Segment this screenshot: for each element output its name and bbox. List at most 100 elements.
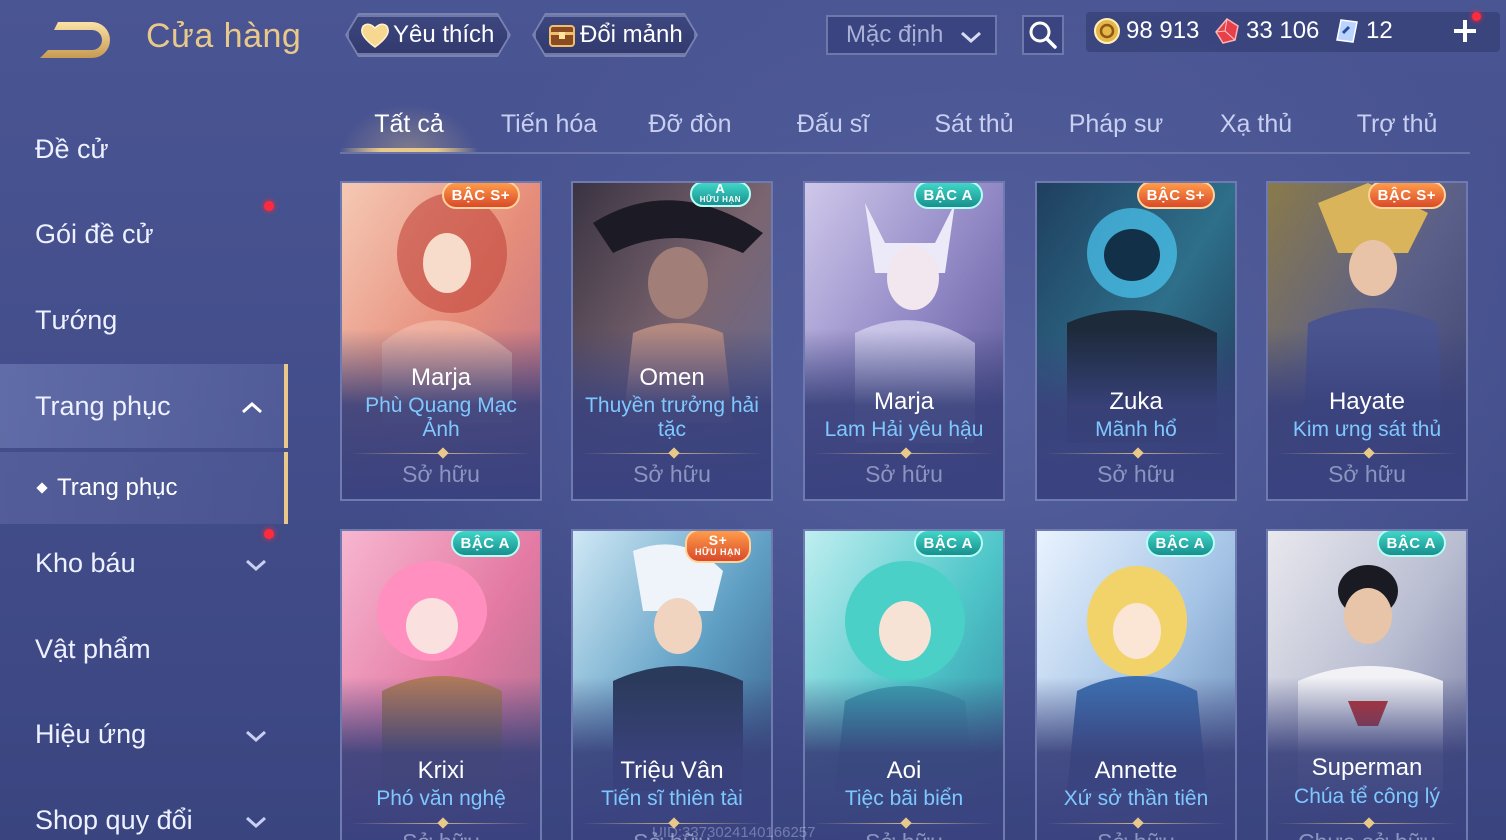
voucher-balance: 12: [1332, 16, 1393, 46]
ownership-status: Sở hữu: [805, 829, 1003, 840]
sidebar-item-items[interactable]: Vật phẩm: [0, 607, 288, 691]
ownership-status: Sở hữu: [342, 829, 540, 840]
tab-assassin[interactable]: Sát thủ: [916, 110, 1032, 154]
sidebar-item-label: Hiệu ứng: [35, 718, 147, 749]
tab-label: Tiến hóa: [500, 110, 598, 138]
sidebar-subitem-label: Trang phục: [57, 474, 178, 501]
skin-name: Chúa tể công lý: [1294, 785, 1440, 808]
ownership-status: Sở hữu: [633, 461, 711, 487]
ownership-status: Chưa sở hữu: [1268, 829, 1466, 840]
sidebar-item-skins[interactable]: Trang phục: [0, 364, 288, 448]
skin-name: Lam Hải yêu hậu: [824, 418, 984, 441]
sidebar-subitem-skins[interactable]: Trang phục: [0, 452, 288, 524]
gold-balance: 98 913: [1092, 16, 1199, 46]
tier-badge: S+ HỮU HẠN: [685, 531, 751, 563]
exchange-button[interactable]: Đổi mảnh: [534, 15, 696, 55]
gold-amount: 98 913: [1126, 17, 1200, 44]
sidebar-item-effects[interactable]: Hiệu ứng: [0, 692, 288, 776]
tab-marksman[interactable]: Xạ thủ: [1202, 110, 1310, 154]
hero-name: Aoi: [886, 757, 922, 784]
favorites-label: Yêu thích: [393, 21, 495, 48]
uid-watermark: UID:3373024140166257: [652, 824, 816, 840]
sidebar-item-label: Đề cử: [35, 133, 109, 164]
skin-card-marja-phu-quang[interactable]: BẬC S+ Marja Phù Quang Mạc Ảnh Sở hữu: [340, 181, 542, 501]
tab-support[interactable]: Trợ thủ: [1338, 110, 1456, 154]
skin-name: Tiến sĩ thiên tài: [601, 787, 743, 810]
sidebar-item-featured[interactable]: Đề cử: [0, 107, 288, 191]
chevron-up-icon: [240, 394, 264, 425]
skin-card-marja-lam-hai[interactable]: BẬC A Marja Lam Hải yêu hậu Sở hữu: [803, 181, 1005, 501]
skin-name: Tiệc bãi biển: [844, 787, 964, 810]
chevron-down-icon: [244, 808, 268, 839]
tier-badge: BẬC A: [913, 183, 983, 209]
active-tab-underline: [340, 148, 478, 152]
skin-name: Thuyền trưởng hải tặc: [585, 394, 759, 441]
tab-tank[interactable]: Đỡ đòn: [632, 110, 748, 154]
chevron-down-icon: [244, 722, 268, 753]
hero-name: Marja: [410, 364, 471, 391]
skin-name: Kim ưng sát thủ: [1292, 418, 1442, 441]
skin-card-superman[interactable]: BẬC A Superman Chúa tể công lý Chưa sở h…: [1266, 529, 1468, 840]
skin-card-annette[interactable]: BẬC A Annette Xứ sở thần tiên Sở hữu: [1035, 529, 1237, 840]
badge-limited: HỮU HẠN: [699, 195, 741, 204]
hero-name: Omen: [639, 364, 705, 391]
skin-card-omen[interactable]: A HỮU HẠN Omen Thuyền trưởng hải tặc Sở h…: [571, 181, 773, 501]
sort-dropdown[interactable]: Mặc định: [826, 15, 997, 55]
tab-evolution[interactable]: Tiến hóa: [486, 110, 612, 154]
skin-name: Phó văn nghệ: [376, 787, 506, 810]
exchange-label: Đổi mảnh: [580, 21, 683, 48]
skin-card-zuka[interactable]: BẬC S+ Zuka Mãnh hổ Sở hữu: [1035, 181, 1237, 501]
sidebar-item-featured-bundles[interactable]: Gói đề cử: [0, 192, 288, 276]
tier-badge: BẬC A: [1376, 531, 1446, 557]
tab-label: Đấu sĩ: [796, 110, 870, 138]
skin-card-krixi[interactable]: BẬC A Krixi Phó văn nghệ Sở hữu: [340, 529, 542, 840]
ownership-status: Sở hữu: [402, 461, 480, 487]
sort-label: Mặc định: [846, 21, 944, 48]
tab-label: Trợ thủ: [1356, 110, 1438, 138]
tab-label: Xạ thủ: [1219, 110, 1293, 138]
skin-card-aoi[interactable]: BẬC A Aoi Tiệc bãi biển Sở hữu: [803, 529, 1005, 840]
search-button[interactable]: [1022, 15, 1064, 55]
ownership-status: Sở hữu: [1097, 461, 1175, 487]
back-button[interactable]: [34, 18, 114, 62]
ownership-status: Sở hữu: [1328, 461, 1406, 487]
badge-tier: S+: [708, 532, 728, 548]
sidebar-item-label: Tướng: [35, 304, 118, 335]
sidebar-item-label: Kho báu: [35, 547, 136, 578]
currency-bar: 98 913 33 106 12: [1086, 12, 1500, 52]
tier-badge: BẬC A: [913, 531, 983, 557]
sidebar-item-label: Trang phục: [35, 390, 171, 421]
voucher-amount: 12: [1366, 17, 1393, 44]
notification-dot: [264, 201, 274, 211]
sidebar-item-label: Gói đề cử: [35, 218, 154, 249]
tier-badge: BẬC S+: [441, 183, 520, 209]
gem-amount: 33 106: [1246, 17, 1320, 44]
tier-badge: A HỮU HẠN: [689, 183, 751, 207]
gem-balance: 33 106: [1212, 16, 1319, 46]
tab-label: Đỡ đòn: [648, 110, 732, 138]
red-gem-icon: [1212, 16, 1242, 46]
tab-label: Tất cả: [374, 110, 444, 138]
gold-coin-icon: [1092, 16, 1122, 46]
tab-label: Pháp sư: [1068, 110, 1164, 138]
hero-name: Hayate: [1328, 388, 1406, 415]
sidebar-item-exchange-shop[interactable]: Shop quy đổi: [0, 778, 288, 840]
sidebar-item-label: Vật phẩm: [35, 633, 151, 664]
skin-card-trieu-van[interactable]: S+HỮU HẠN Triệu Vân Tiến sĩ thiên tài Sở…: [571, 529, 773, 840]
tier-badge: BẬC S+: [1367, 183, 1446, 209]
search-icon: [1029, 21, 1057, 49]
hero-name: Krixi: [417, 757, 465, 784]
skin-name: Phù Quang Mạc Ảnh: [365, 394, 517, 441]
favorites-button[interactable]: Yêu thích: [347, 15, 509, 55]
tab-mage[interactable]: Pháp sư: [1054, 110, 1178, 154]
sidebar-item-treasure[interactable]: Kho báu: [0, 521, 288, 605]
chest-icon: [546, 19, 578, 51]
chevron-down-icon: [959, 26, 983, 54]
tab-fighter[interactable]: Đấu sĩ: [780, 110, 886, 154]
voucher-card-icon: [1332, 16, 1362, 46]
skin-card-hayate[interactable]: BẬC S+ Hayate Kim ưng sát thủ Sở hữu: [1266, 181, 1468, 501]
page-title: Cửa hàng: [146, 17, 302, 55]
top-bar: Cửa hàng Yêu thích Đổi mảnh Mặc định 98 …: [0, 0, 1506, 78]
tab-label: Sát thủ: [934, 110, 1014, 138]
sidebar-item-heroes[interactable]: Tướng: [0, 278, 288, 362]
